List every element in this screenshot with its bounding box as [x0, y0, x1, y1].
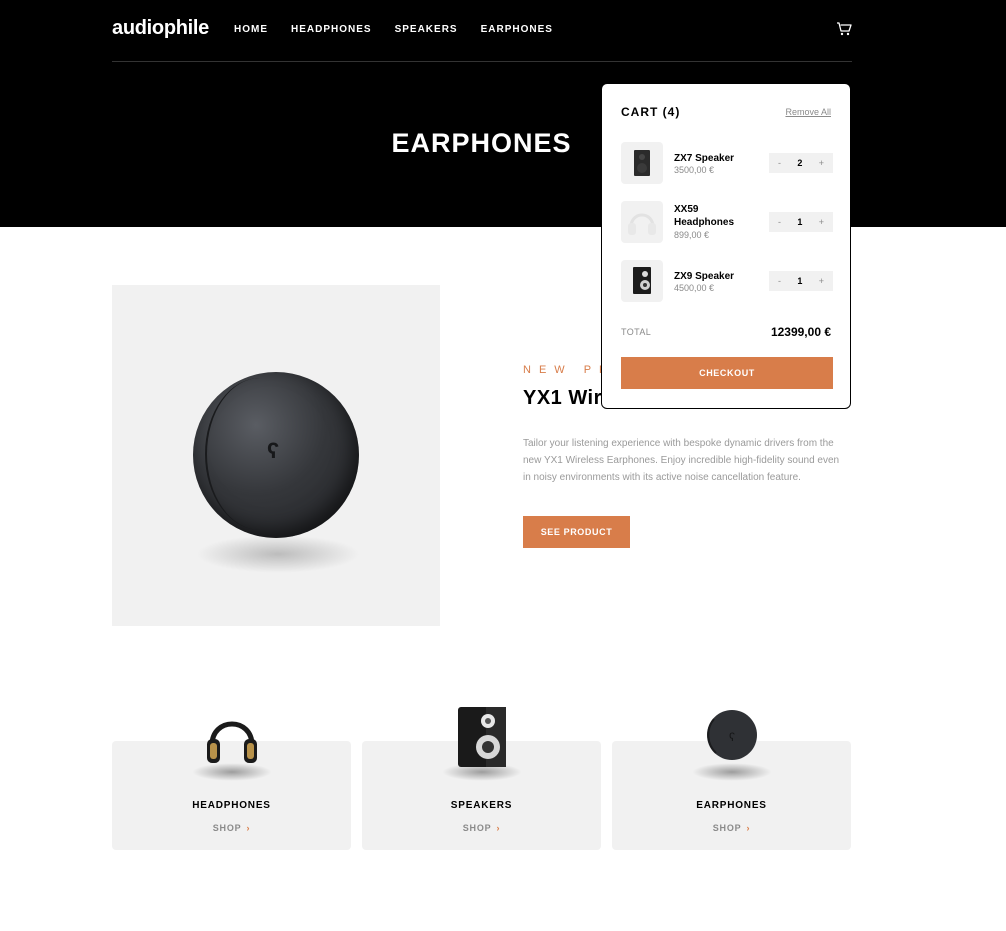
speaker-thumbnail	[621, 260, 663, 302]
cart-item: XX59 Headphones 899,00 € - 1 +	[621, 201, 833, 243]
category-name: SPEAKERS	[450, 800, 513, 811]
category-shop-link[interactable]: SHOP ›	[362, 823, 601, 833]
category-card-speakers[interactable]: SPEAKERS SHOP ›	[362, 707, 601, 850]
earbud-shadow	[196, 535, 360, 573]
nav-headphones-link[interactable]: HEADPHONES	[291, 24, 372, 35]
earbud-seam	[205, 378, 315, 530]
see-product-button[interactable]: SEE PRODUCT	[523, 516, 630, 548]
cart-item-name: XX59 Headphones	[674, 204, 735, 228]
nav-speakers-link[interactable]: SPEAKERS	[395, 24, 458, 35]
category-card-earphones[interactable]: ʕ EARPHONES SHOP ›	[612, 710, 851, 850]
chevron-right-icon: ›	[746, 823, 751, 833]
nav-home-link[interactable]: HOME	[234, 24, 268, 35]
remove-all-button[interactable]: Remove All	[785, 107, 831, 117]
shop-label: SHOP	[712, 823, 742, 833]
main-menu: HOME HEADPHONES SPEAKERS EARPHONES	[234, 24, 553, 35]
logo[interactable]: audiophile	[112, 17, 209, 40]
product-image: ʕ	[112, 285, 440, 626]
earbud-case-illustration: ʕ	[193, 372, 359, 538]
quantity-value: 2	[797, 158, 803, 168]
cart-item: ZX7 Speaker 3500,00 € - 2 +	[621, 142, 833, 184]
headphones-thumbnail	[621, 201, 663, 243]
chevron-right-icon: ›	[496, 823, 501, 833]
quantity-stepper: - 1 +	[769, 271, 833, 291]
category-card-headphones[interactable]: HEADPHONES SHOP ›	[112, 721, 351, 850]
category-name: HEADPHONES	[192, 800, 271, 811]
decrement-button[interactable]: -	[778, 276, 781, 286]
cart-item-name: ZX9 Speaker	[674, 271, 735, 282]
shop-label: SHOP	[462, 823, 492, 833]
decrement-button[interactable]: -	[778, 158, 781, 168]
product-description: Tailor your listening experience with be…	[523, 438, 840, 483]
cart-item-name: ZX7 Speaker	[674, 153, 735, 164]
headphones-icon	[207, 721, 257, 763]
category-shop-link[interactable]: SHOP ›	[612, 823, 851, 833]
category-shop-link[interactable]: SHOP ›	[112, 823, 351, 833]
speaker-thumbnail	[621, 142, 663, 184]
increment-button[interactable]: +	[819, 158, 824, 168]
cart-item-price: 899,00 €	[674, 230, 710, 240]
speaker-icon	[633, 267, 651, 294]
nav-earphones-link[interactable]: EARPHONES	[481, 24, 553, 35]
quantity-stepper: - 1 +	[769, 212, 833, 232]
shop-label: SHOP	[212, 823, 242, 833]
headphones-icon	[628, 213, 656, 235]
speaker-icon	[634, 150, 650, 176]
earphones-icon: ʕ	[707, 710, 757, 760]
cart-icon[interactable]	[836, 21, 852, 37]
cart-title: CART (4)	[621, 105, 681, 119]
quantity-value: 1	[797, 276, 803, 286]
earbud-logo-icon: ʕ	[267, 438, 280, 463]
cart-item-price: 3500,00 €	[674, 165, 715, 175]
total-label: TOTAL	[621, 327, 652, 337]
total-value: 12399,00 €	[770, 325, 831, 339]
quantity-value: 1	[797, 217, 803, 227]
checkout-button[interactable]: CHECKOUT	[621, 357, 833, 389]
decrement-button[interactable]: -	[778, 217, 781, 227]
quantity-stepper: - 2 +	[769, 153, 833, 173]
top-nav: audiophile HOME HEADPHONES SPEAKERS EARP…	[112, 0, 852, 62]
svg-text:ʕ: ʕ	[729, 730, 735, 744]
cart-item: ZX9 Speaker 4500,00 € - 1 +	[621, 260, 833, 302]
page: audiophile HOME HEADPHONES SPEAKERS EARP…	[0, 0, 1006, 931]
hero-section: audiophile HOME HEADPHONES SPEAKERS EARP…	[0, 0, 1006, 227]
chevron-right-icon: ›	[246, 823, 251, 833]
cart-item-price: 4500,00 €	[674, 283, 715, 293]
cart-modal: CART (4) Remove All ZX7 Speaker 3500,00 …	[601, 83, 851, 409]
increment-button[interactable]: +	[819, 217, 824, 227]
increment-button[interactable]: +	[819, 276, 824, 286]
speaker-icon	[458, 707, 506, 767]
category-name: EARPHONES	[696, 800, 767, 811]
